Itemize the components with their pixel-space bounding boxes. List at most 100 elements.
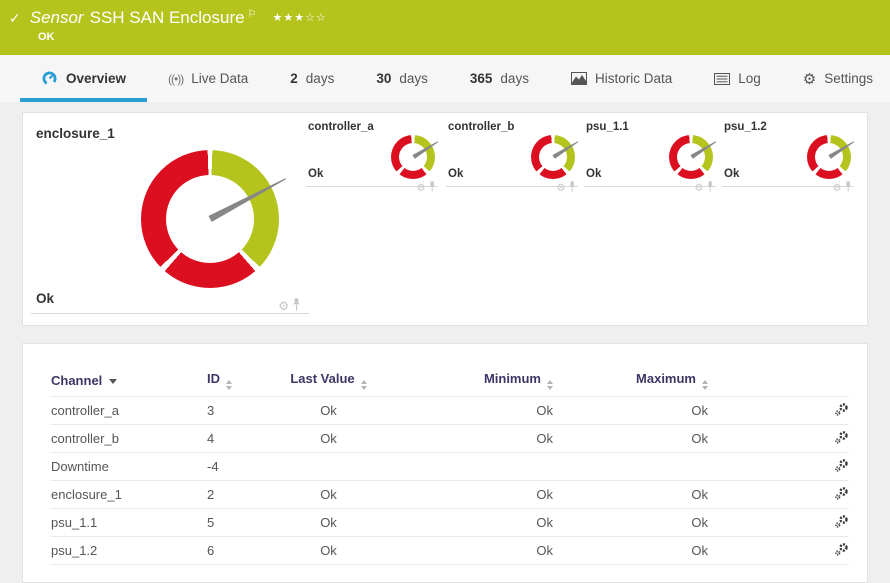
pin-icon[interactable] [568,181,576,192]
gauge-title: controller_b [448,121,515,133]
table-row: enclosure_1 2 Ok Ok Ok [51,480,849,509]
column-label: Channel [51,372,103,388]
channel-settings-icon[interactable] [834,486,849,504]
flag-icon[interactable]: ⚐ [248,9,257,20]
channel-settings-icon[interactable] [834,542,849,560]
channel-name[interactable]: controller_a [51,396,207,425]
gauge-dial [531,135,575,179]
gauge-hole [815,143,843,171]
sort-icon [360,379,367,390]
tile-actions: ⚙ [417,181,436,193]
tab-365-days[interactable]: 365 days [449,55,550,102]
channel-minimum [376,452,553,481]
channel-minimum: Ok [376,536,553,565]
channel-table: Channel ID Last Value Minimum Maximum co… [51,364,849,565]
gear-icon[interactable]: ⚙ [695,183,704,193]
status-badge: OK [38,31,55,43]
channel-settings-icon[interactable] [834,430,849,448]
channel-id: 6 [207,536,281,565]
gauge-status-label: Ok [448,168,464,180]
gauge-tile-enclosure-1[interactable]: enclosure_1 Ok ⚙ [31,118,309,320]
column-header-minimum[interactable]: Minimum [376,364,553,397]
column-label: ID [207,370,220,386]
sort-icon [702,379,708,390]
tile-actions: ⚙ [695,181,714,193]
table-row: psu_1.1 5 Ok Ok Ok [51,508,849,537]
tab-historic-data[interactable]: Historic Data [550,55,693,102]
live-data-icon: ((•)) [168,71,184,86]
tab-number: 30 [376,71,392,86]
channel-settings-icon[interactable] [834,514,849,532]
tile-actions: ⚙ [557,181,576,193]
pin-icon[interactable] [706,181,714,192]
channel-id: 2 [207,480,281,509]
column-label: Minimum [483,370,541,386]
gauge-tile-psu-1-2[interactable]: psu_1.2 Ok ⚙ [722,119,854,193]
chart-icon [570,72,587,85]
sort-desc-icon [109,378,118,384]
gauge-hole [399,143,427,171]
gauge-title: psu_1.2 [724,121,767,133]
gear-icon[interactable]: ⚙ [417,183,426,193]
gauge-dial [141,150,279,288]
sort-icon [226,379,232,390]
column-header-actions [708,364,849,397]
log-icon [714,72,731,85]
tab-log[interactable]: Log [693,55,782,102]
channel-last-value: Ok [281,424,376,453]
gauge-tile-controller-b[interactable]: controller_b Ok ⚙ [446,119,578,193]
channel-last-value [281,452,376,481]
tab-settings[interactable]: ⚙ Settings [782,55,890,102]
pin-icon[interactable] [428,181,436,192]
channel-name[interactable]: psu_1.1 [51,508,207,537]
column-header-channel[interactable]: Channel [51,364,207,397]
channel-minimum: Ok [376,508,553,537]
channel-name[interactable]: controller_b [51,424,207,453]
pin-icon[interactable] [292,298,301,311]
gear-icon: ⚙ [802,70,817,88]
gear-icon[interactable]: ⚙ [278,300,289,312]
channels-panel: Channel ID Last Value Minimum Maximum co… [22,343,868,583]
channel-id: 3 [207,396,281,425]
channel-name[interactable]: Downtime [51,452,207,481]
column-header-id[interactable]: ID [207,364,281,397]
channel-name[interactable]: enclosure_1 [51,480,207,509]
channel-id: -4 [207,452,281,481]
channel-settings-icon[interactable] [834,402,849,420]
channel-last-value: Ok [281,536,376,565]
channel-maximum: Ok [553,508,708,537]
tab-2-days[interactable]: 2 days [269,55,355,102]
tab-live-data[interactable]: ((•)) Live Data [147,55,269,102]
channel-settings-icon[interactable] [834,458,849,476]
gauge-dial [807,135,851,179]
gauge-hole [539,143,567,171]
sensor-title-row: ✓ Sensor SSH SAN Enclosure ⚐ ★★★☆☆ [0,0,890,28]
gear-icon[interactable]: ⚙ [833,183,842,193]
channel-maximum: Ok [553,536,708,565]
table-row: controller_b 4 Ok Ok Ok [51,424,849,453]
gear-icon[interactable]: ⚙ [557,183,566,193]
gauge-status-label: Ok [724,168,740,180]
channel-maximum: Ok [553,424,708,453]
tab-label: Live Data [191,71,249,86]
gauge-tile-controller-a[interactable]: controller_a Ok ⚙ [306,119,438,193]
channel-maximum: Ok [553,480,708,509]
channel-id: 4 [207,424,281,453]
gauge-title: psu_1.1 [586,121,629,133]
sensor-status-header: ✓ Sensor SSH SAN Enclosure ⚐ ★★★☆☆ OK [0,0,890,55]
tab-30-days[interactable]: 30 days [355,55,449,102]
column-header-maximum[interactable]: Maximum [553,364,708,397]
tab-label: days [500,71,529,86]
tab-overview[interactable]: Overview [20,55,147,102]
channel-minimum: Ok [376,480,553,509]
priority-stars[interactable]: ★★★☆☆ [273,11,327,24]
column-header-last-value[interactable]: Last Value [281,364,376,397]
gauge-title: controller_a [308,121,374,133]
tab-number: 365 [469,71,493,86]
channel-name[interactable]: psu_1.2 [51,536,207,565]
tab-label: days [399,71,428,86]
pin-icon[interactable] [844,181,852,192]
sort-icon [547,379,553,390]
table-row: psu_1.2 6 Ok Ok Ok [51,536,849,565]
gauge-tile-psu-1-1[interactable]: psu_1.1 Ok ⚙ [584,119,716,193]
